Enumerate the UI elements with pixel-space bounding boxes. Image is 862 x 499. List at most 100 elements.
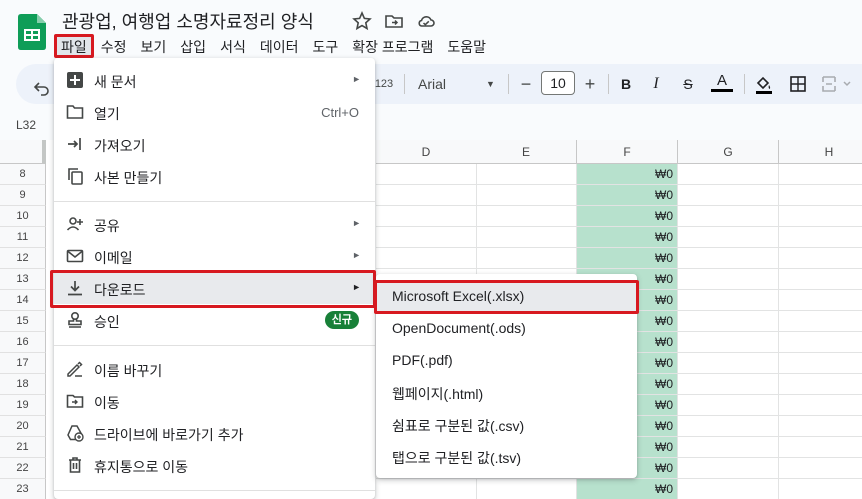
row-header[interactable]: 16 bbox=[0, 332, 46, 353]
cell[interactable] bbox=[678, 290, 779, 311]
cell[interactable] bbox=[476, 248, 577, 269]
menu-file[interactable]: 파일 bbox=[54, 34, 94, 58]
row-header[interactable]: 15 bbox=[0, 311, 46, 332]
select-all-corner[interactable] bbox=[0, 140, 46, 164]
cell[interactable]: ₩0 bbox=[577, 479, 678, 499]
menu-item-add-shortcut[interactable]: 드라이브에 바로가기 추가 bbox=[54, 417, 375, 449]
row-header[interactable]: 13 bbox=[0, 269, 46, 290]
row-header[interactable]: 9 bbox=[0, 185, 46, 206]
menu-item-open[interactable]: 열기 Ctrl+O bbox=[54, 96, 375, 128]
cell[interactable] bbox=[779, 374, 862, 395]
star-icon[interactable] bbox=[352, 11, 372, 31]
cell[interactable] bbox=[376, 206, 477, 227]
row-header[interactable]: 11 bbox=[0, 227, 46, 248]
cell[interactable] bbox=[476, 185, 577, 206]
cell[interactable] bbox=[678, 332, 779, 353]
name-box[interactable]: L32 bbox=[0, 112, 48, 138]
column-header[interactable]: F bbox=[577, 140, 678, 164]
row-header[interactable]: 21 bbox=[0, 437, 46, 458]
menu-item-share[interactable]: 공유 ► bbox=[54, 208, 375, 240]
cell[interactable] bbox=[779, 269, 862, 290]
menu-item-rename[interactable]: 이름 바꾸기 bbox=[54, 353, 375, 385]
menu-tools[interactable]: 도구 bbox=[305, 34, 345, 58]
font-size-input[interactable]: 10 bbox=[541, 71, 575, 95]
cell[interactable] bbox=[779, 206, 862, 227]
cell[interactable] bbox=[779, 311, 862, 332]
cell[interactable] bbox=[779, 248, 862, 269]
cell[interactable] bbox=[779, 437, 862, 458]
menu-extensions[interactable]: 확장 프로그램 bbox=[345, 34, 440, 58]
cell[interactable] bbox=[476, 479, 577, 499]
row-header[interactable]: 23 bbox=[0, 479, 46, 499]
menu-item-trash[interactable]: 휴지통으로 이동 bbox=[54, 449, 375, 481]
undo-icon[interactable] bbox=[32, 76, 52, 100]
cell[interactable] bbox=[376, 185, 477, 206]
menu-item-approval[interactable]: 승인 신규 bbox=[54, 304, 375, 336]
download-csv[interactable]: 쉼표로 구분된 값(.csv) bbox=[376, 408, 637, 440]
column-header[interactable]: E bbox=[476, 140, 577, 164]
move-folder-icon[interactable] bbox=[384, 11, 404, 31]
cell[interactable] bbox=[678, 458, 779, 479]
cell[interactable]: ₩0 bbox=[577, 227, 678, 248]
cell[interactable] bbox=[678, 248, 779, 269]
row-header[interactable]: 8 bbox=[0, 164, 46, 185]
cell[interactable]: ₩0 bbox=[577, 248, 678, 269]
menu-item-move[interactable]: 이동 bbox=[54, 385, 375, 417]
row-header[interactable]: 10 bbox=[0, 206, 46, 227]
increase-font-size-button[interactable]: + bbox=[580, 72, 600, 96]
cell[interactable] bbox=[678, 227, 779, 248]
column-header[interactable]: G bbox=[678, 140, 779, 164]
menu-data[interactable]: 데이터 bbox=[253, 34, 306, 58]
merge-cells-icon[interactable] bbox=[820, 72, 854, 96]
cell[interactable]: ₩0 bbox=[577, 164, 678, 185]
column-header[interactable]: H bbox=[779, 140, 862, 164]
cell[interactable] bbox=[376, 479, 477, 499]
cell[interactable] bbox=[476, 227, 577, 248]
column-header[interactable]: D bbox=[376, 140, 477, 164]
borders-icon[interactable] bbox=[788, 72, 808, 96]
cell[interactable] bbox=[779, 479, 862, 499]
row-header[interactable]: 20 bbox=[0, 416, 46, 437]
cell[interactable] bbox=[779, 332, 862, 353]
cell[interactable] bbox=[476, 164, 577, 185]
cell[interactable] bbox=[376, 248, 477, 269]
cell[interactable] bbox=[678, 164, 779, 185]
cell[interactable] bbox=[779, 227, 862, 248]
bold-button[interactable]: B bbox=[616, 72, 636, 96]
cell[interactable] bbox=[779, 395, 862, 416]
menu-item-new[interactable]: 새 문서 ► bbox=[54, 64, 375, 96]
download-tsv[interactable]: 탭으로 구분된 값(.tsv) bbox=[376, 440, 637, 472]
cell[interactable] bbox=[678, 311, 779, 332]
cell[interactable] bbox=[678, 479, 779, 499]
menu-format[interactable]: 서식 bbox=[213, 34, 253, 58]
cell[interactable] bbox=[678, 353, 779, 374]
row-header[interactable]: 18 bbox=[0, 374, 46, 395]
cell[interactable] bbox=[678, 437, 779, 458]
sheets-logo-icon[interactable] bbox=[18, 14, 46, 50]
menu-view[interactable]: 보기 bbox=[134, 34, 174, 58]
download-xlsx[interactable]: Microsoft Excel(.xlsx) bbox=[376, 280, 637, 312]
cell[interactable]: ₩0 bbox=[577, 206, 678, 227]
download-ods[interactable]: OpenDocument(.ods) bbox=[376, 312, 637, 344]
strikethrough-button[interactable]: S bbox=[678, 72, 698, 96]
menu-edit[interactable]: 수정 bbox=[94, 34, 134, 58]
italic-button[interactable]: I bbox=[646, 72, 666, 96]
cell[interactable] bbox=[779, 416, 862, 437]
download-pdf[interactable]: PDF(.pdf) bbox=[376, 344, 637, 376]
cell[interactable] bbox=[476, 206, 577, 227]
cell[interactable] bbox=[376, 164, 477, 185]
fill-color-icon[interactable] bbox=[754, 72, 774, 96]
menu-help[interactable]: 도움말 bbox=[440, 34, 493, 58]
cell[interactable] bbox=[678, 374, 779, 395]
row-header[interactable]: 14 bbox=[0, 290, 46, 311]
cell[interactable] bbox=[779, 290, 862, 311]
cell[interactable] bbox=[678, 416, 779, 437]
menu-item-import[interactable]: 가져오기 bbox=[54, 128, 375, 160]
cell[interactable] bbox=[678, 269, 779, 290]
cell[interactable] bbox=[779, 185, 862, 206]
cell[interactable]: ₩0 bbox=[577, 185, 678, 206]
menu-item-download[interactable]: 다운로드 ► bbox=[54, 272, 375, 304]
cell[interactable] bbox=[779, 458, 862, 479]
menu-insert[interactable]: 삽입 bbox=[173, 34, 213, 58]
cell[interactable] bbox=[779, 353, 862, 374]
